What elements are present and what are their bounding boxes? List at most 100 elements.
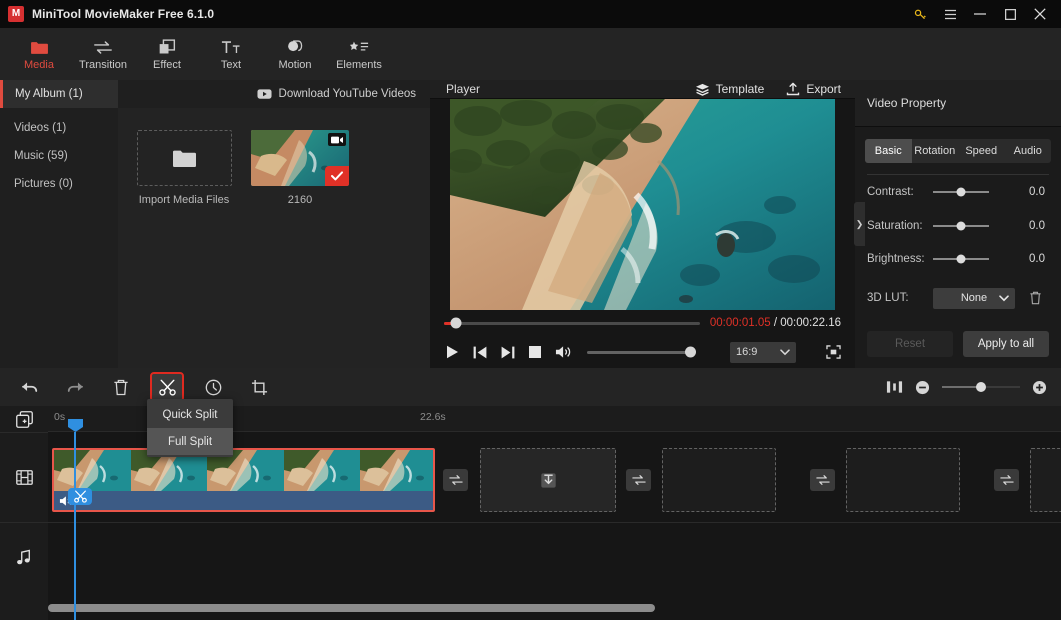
time-display: 00:00:01.05 / 00:00:22.16 [710,317,841,329]
audio-track-lane[interactable] [48,522,1061,592]
key-icon[interactable] [905,0,935,28]
contrast-label: Contrast: [867,185,914,198]
maximize-icon[interactable] [995,0,1025,28]
fullscreen-button[interactable] [826,345,841,359]
volume-slider[interactable] [587,346,696,358]
ribbon-label-motion: Motion [278,59,312,71]
media-thumbnail[interactable] [251,130,349,186]
quick-split-label: Quick Split [162,408,218,421]
ribbon-item-motion[interactable]: Motion [264,30,326,78]
contrast-value: 0.0 [1029,185,1045,198]
fit-timeline-icon[interactable] [886,380,903,394]
transition-slot-button[interactable] [810,469,835,491]
tab-speed[interactable]: Speed [958,139,1005,163]
tab-basic[interactable]: Basic [865,138,912,163]
volume-icon[interactable] [555,345,571,359]
media-panel-header: My Album (1) Download YouTube Videos [0,80,430,108]
lut-row: 3D LUT: None [855,276,1061,320]
apply-label: Apply to all [977,338,1035,351]
seek-handle[interactable] [450,317,461,329]
zoom-slider-handle[interactable] [976,382,986,392]
menu-item-quick-split[interactable]: Quick Split [147,401,233,428]
ribbon-item-text[interactable]: Text [200,30,262,78]
media-panel: My Album (1) Download YouTube Videos Vid… [0,80,430,368]
stop-button[interactable] [529,346,541,358]
music-note-icon[interactable] [0,522,48,592]
ribbon-item-effect[interactable]: Effect [136,30,198,78]
chevron-down-icon [999,295,1009,302]
saturation-handle[interactable] [956,221,966,231]
next-frame-button[interactable] [501,346,515,359]
media-panel-body: Videos (1) Music (59) Pictures (0) Impor… [0,108,430,368]
empty-media-slot[interactable] [1030,448,1061,512]
video-preview[interactable] [450,99,835,310]
import-media-box[interactable] [136,130,232,186]
volume-handle[interactable] [685,346,696,358]
nav-item-videos[interactable]: Videos (1) [0,114,118,142]
contrast-handle[interactable] [956,187,966,197]
menu-item-full-split[interactable]: Full Split [147,428,233,455]
brightness-slider[interactable] [933,254,989,264]
empty-media-slot[interactable] [846,448,960,512]
previous-frame-button[interactable] [473,346,487,359]
nav-item-music[interactable]: Music (59) [0,142,118,170]
selected-check-badge[interactable] [325,166,349,186]
delete-lut-button[interactable] [1029,291,1042,305]
motion-icon [286,37,304,55]
template-button[interactable]: Template [695,82,764,96]
media-item-2160[interactable]: 2160 [250,130,350,368]
transition-slot-button[interactable] [443,469,468,491]
apply-to-all-button[interactable]: Apply to all [963,331,1049,358]
reset-label: Reset [894,338,926,351]
tab-rotation[interactable]: Rotation [912,139,959,163]
timeline-horizontal-scrollbar[interactable] [48,604,655,612]
import-media-cell[interactable]: Import Media Files [134,130,234,368]
ribbon-item-transition[interactable]: Transition [72,30,134,78]
lut-select[interactable]: None [933,287,1015,309]
tab-audio[interactable]: Audio [1005,139,1052,163]
zoom-slider[interactable] [942,382,1020,392]
add-media-icon[interactable] [0,406,48,432]
empty-media-slot[interactable] [662,448,776,512]
reset-button[interactable]: Reset [867,331,953,358]
film-icon[interactable] [0,432,48,522]
ribbon-item-media[interactable]: Media [8,30,70,78]
folder-icon [172,149,196,168]
play-button[interactable] [446,345,459,359]
speed-button[interactable] [198,374,228,400]
brightness-handle[interactable] [956,254,966,264]
close-icon[interactable] [1025,0,1055,28]
empty-media-slot[interactable] [480,448,616,512]
layers-icon [695,83,710,96]
zoom-slider-fill [981,386,1020,388]
text-icon [221,37,241,55]
album-tab[interactable]: My Album (1) [0,80,118,108]
ribbon-label-text: Text [220,59,242,71]
seek-bar[interactable] [444,317,700,329]
saturation-slider[interactable] [933,221,989,231]
redo-button[interactable] [60,374,90,400]
delete-button[interactable] [106,374,136,400]
current-time: 00:00:01.05 [709,317,771,329]
ribbon-item-elements[interactable]: Elements [328,30,390,78]
aspect-ratio-select[interactable]: 16:9 [730,341,796,363]
transition-slot-button[interactable] [626,469,651,491]
zoom-in-button[interactable] [1032,380,1047,395]
split-badge[interactable] [68,488,92,505]
transition-slot-button[interactable] [994,469,1019,491]
split-button[interactable] [150,372,184,402]
video-property-panel: Video Property Basic Rotation Speed Audi… [855,80,1061,368]
zoom-out-button[interactable] [915,380,930,395]
menu-icon[interactable] [935,0,965,28]
nav-label-videos: Videos (1) [14,122,67,134]
panel-collapse-handle[interactable]: ❯ [854,202,865,246]
video-clip[interactable] [52,448,435,512]
contrast-slider[interactable] [933,187,989,197]
crop-button[interactable] [244,374,274,400]
minimize-icon[interactable] [965,0,995,28]
nav-item-pictures[interactable]: Pictures (0) [0,170,118,198]
undo-button[interactable] [14,374,44,400]
download-youtube-label[interactable]: Download YouTube Videos [279,88,416,100]
property-tabs: Basic Rotation Speed Audio [865,138,1052,163]
export-button[interactable]: Export [786,82,841,96]
